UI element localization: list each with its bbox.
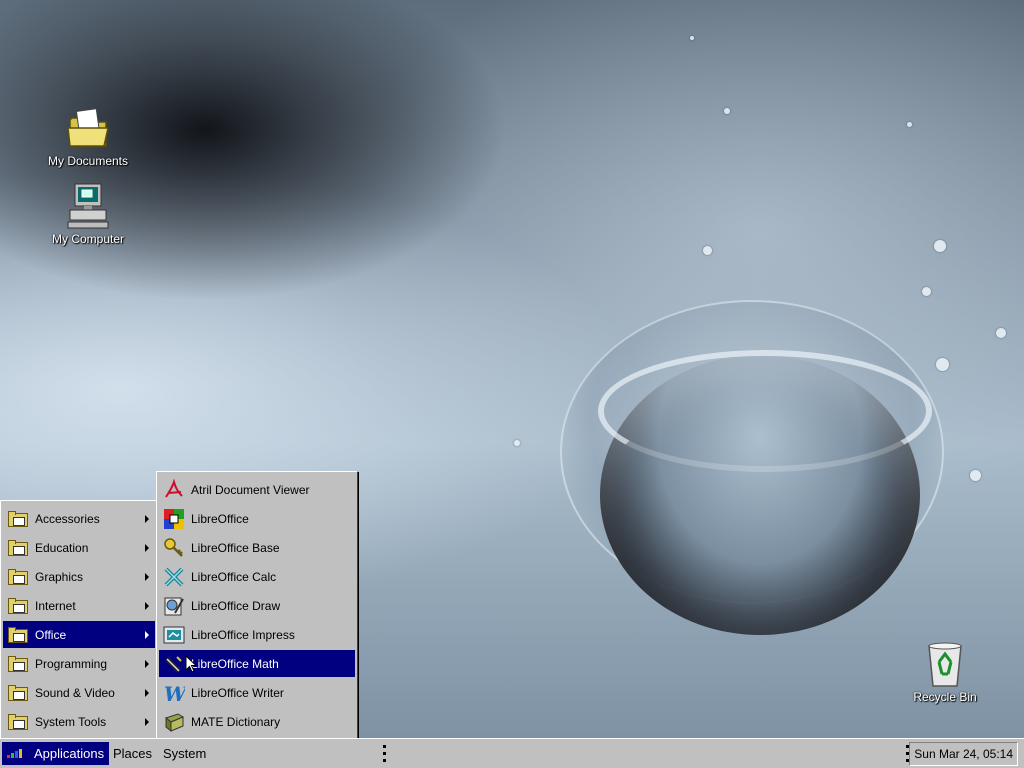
water-droplet	[907, 122, 912, 127]
water-droplet	[922, 287, 931, 296]
computer-icon	[64, 182, 112, 230]
menu-item-system-tools[interactable]: System Tools	[3, 708, 155, 735]
menu-item-libreoffice-base[interactable]: LibreOffice Base	[159, 534, 355, 561]
submenu-arrow-icon	[145, 630, 149, 639]
water-droplet	[996, 328, 1006, 338]
desktop-icon-my-documents[interactable]: My Documents	[38, 104, 138, 168]
libreoffice-icon	[163, 508, 185, 530]
menu-item-libreoffice-writer[interactable]: W LibreOffice Writer	[159, 679, 355, 706]
taskbar: Applications Places System Sun Mar 24, 0…	[0, 738, 1024, 768]
writer-icon: W	[163, 682, 189, 706]
folder-icon	[8, 568, 30, 591]
mouse-cursor-icon	[185, 655, 197, 673]
desktop-icon-label: My Documents	[47, 154, 129, 168]
menu-item-accessories[interactable]: Accessories	[3, 505, 155, 532]
submenu-arrow-icon	[145, 601, 149, 610]
menu-item-education[interactable]: Education	[3, 534, 155, 561]
desktop-icon-label: Recycle Bin	[913, 690, 977, 704]
desktop-icon-my-computer[interactable]: My Computer	[38, 182, 138, 246]
desktop-icon-label: My Computer	[51, 232, 125, 246]
water-droplet	[690, 36, 694, 40]
applications-menu-button[interactable]: Applications	[2, 742, 110, 765]
submenu-arrow-icon	[145, 572, 149, 581]
places-menu-button[interactable]: Places	[108, 742, 157, 765]
math-formula-icon	[163, 653, 185, 675]
menu-item-sound-video[interactable]: Sound & Video	[3, 679, 155, 706]
folder-icon	[8, 713, 30, 736]
water-droplet	[934, 240, 946, 252]
key-database-icon	[163, 537, 185, 559]
recycle-bin-icon	[921, 640, 969, 688]
menu-item-libreoffice-draw[interactable]: LibreOffice Draw	[159, 592, 355, 619]
clock-applet[interactable]: Sun Mar 24, 05:14	[909, 742, 1018, 766]
water-droplet	[936, 358, 949, 371]
desktop-icon-recycle-bin[interactable]: Recycle Bin	[895, 640, 995, 704]
menu-item-programming[interactable]: Programming	[3, 650, 155, 677]
submenu-arrow-icon	[145, 543, 149, 552]
submenu-arrow-icon	[145, 717, 149, 726]
menu-item-libreoffice-calc[interactable]: LibreOffice Calc	[159, 563, 355, 590]
applications-menu-label: Applications	[34, 746, 105, 761]
menu-item-libreoffice[interactable]: LibreOffice	[159, 505, 355, 532]
menu-item-internet[interactable]: Internet	[3, 592, 155, 619]
folder-icon	[8, 655, 30, 678]
folder-documents-icon	[64, 104, 112, 152]
pdf-viewer-icon	[163, 477, 185, 501]
menu-item-atril-document-viewer[interactable]: Atril Document Viewer	[159, 476, 355, 503]
folder-icon	[8, 684, 30, 707]
submenu-arrow-icon	[145, 688, 149, 697]
system-menu-button[interactable]: System	[158, 742, 211, 765]
submenu-arrow-icon	[145, 659, 149, 668]
drawing-icon	[163, 595, 185, 617]
water-splash-rim	[598, 350, 932, 472]
menu-item-office[interactable]: Office	[3, 621, 155, 648]
water-droplet	[703, 246, 712, 255]
menu-logo-icon	[7, 748, 29, 760]
dictionary-book-icon	[163, 711, 185, 733]
menu-item-graphics[interactable]: Graphics	[3, 563, 155, 590]
office-submenu: Atril Document Viewer LibreOffice LibreO…	[156, 471, 358, 740]
applications-menu: Accessories Education Graphics Internet …	[0, 500, 158, 740]
svg-text:W: W	[164, 682, 185, 704]
spreadsheet-icon	[163, 566, 185, 588]
menu-item-mate-dictionary[interactable]: MATE Dictionary	[159, 708, 355, 735]
folder-icon	[8, 539, 30, 562]
folder-icon	[8, 510, 30, 533]
folder-icon	[8, 626, 30, 649]
water-droplet	[970, 470, 981, 481]
water-droplet	[514, 440, 520, 446]
panel-drag-handle[interactable]	[383, 745, 386, 762]
presentation-icon	[163, 624, 185, 646]
menu-item-libreoffice-impress[interactable]: LibreOffice Impress	[159, 621, 355, 648]
submenu-arrow-icon	[145, 514, 149, 523]
folder-icon	[8, 597, 30, 620]
water-droplet	[724, 108, 730, 114]
